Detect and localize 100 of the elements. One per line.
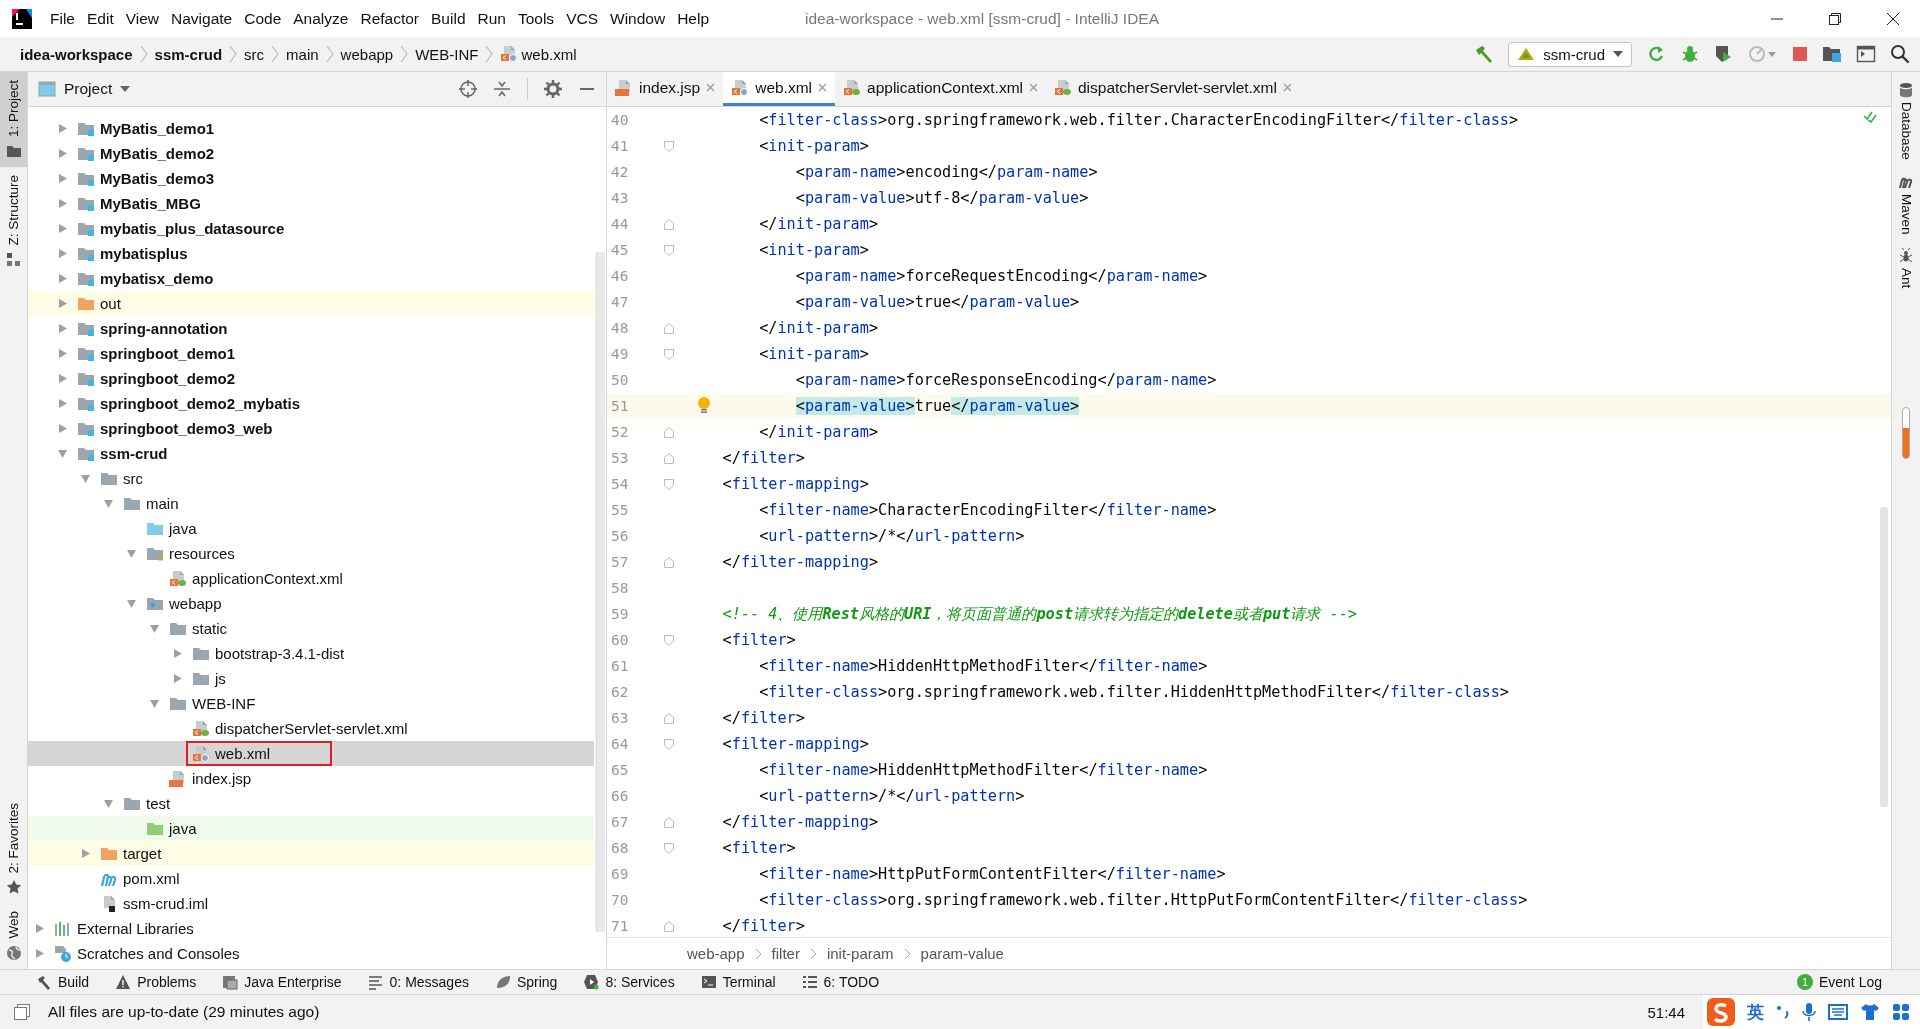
expand-arrow-icon[interactable] — [56, 123, 68, 134]
shirt-icon[interactable] — [1860, 1003, 1880, 1021]
tree-item[interactable]: mybatisplus — [28, 241, 594, 266]
tree-item[interactable]: springboot_demo1 — [28, 341, 594, 366]
expand-arrow-icon[interactable] — [171, 648, 183, 659]
input-mode-toggle[interactable]: 英 — [1747, 1000, 1764, 1024]
tool-window-tab[interactable]: Ant — [1898, 248, 1914, 289]
restore-icon[interactable] — [1828, 11, 1842, 26]
breadcrumb[interactable]: filter — [771, 945, 800, 962]
expand-arrow-icon[interactable] — [79, 473, 91, 484]
expand-arrow-icon[interactable] — [56, 448, 68, 459]
fold-marker-icon[interactable] — [663, 426, 674, 438]
fold-marker-icon[interactable] — [663, 556, 674, 568]
tool-window-tab[interactable]: Web — [0, 903, 27, 969]
tree-item[interactable]: MyBatis_demo3 — [28, 166, 594, 191]
tool-window-tab[interactable]: Database — [1898, 82, 1914, 160]
tool-window-button[interactable]: Build — [36, 974, 90, 990]
expand-arrow-icon[interactable] — [56, 198, 68, 209]
tree-item[interactable]: springboot_demo2 — [28, 366, 594, 391]
expand-arrow-icon[interactable] — [102, 498, 114, 509]
caret-position[interactable]: 51:44 — [1647, 1003, 1685, 1021]
tree-item[interactable]: webapp — [28, 591, 594, 616]
tree-item[interactable]: External Libraries — [28, 916, 594, 941]
fold-marker-icon[interactable] — [663, 218, 674, 230]
collapse-all-icon[interactable] — [493, 80, 511, 98]
expand-arrow-icon[interactable] — [33, 948, 45, 959]
tool-window-button[interactable]: Terminal — [700, 974, 776, 990]
menu-item[interactable]: Build — [425, 9, 472, 28]
window-layout-icon[interactable] — [1856, 44, 1876, 64]
expand-arrow-icon[interactable] — [56, 298, 68, 309]
expand-arrow-icon[interactable] — [56, 248, 68, 259]
breadcrumb[interactable]: web-app — [687, 945, 745, 962]
hammer-icon[interactable] — [1474, 44, 1495, 64]
expand-arrow-icon[interactable] — [56, 398, 68, 409]
fold-marker-icon[interactable] — [663, 712, 674, 724]
breadcrumb[interactable]: init-param — [826, 945, 894, 962]
breadcrumb[interactable]: ssm-crud — [148, 45, 229, 63]
locate-icon[interactable] — [459, 80, 477, 98]
bug-icon[interactable] — [1680, 44, 1700, 64]
tool-window-tab[interactable]: Maven — [1898, 173, 1914, 235]
breadcrumb[interactable]: webapp — [334, 45, 400, 63]
keyboard-icon[interactable] — [1828, 1004, 1848, 1020]
expand-arrow-icon[interactable] — [56, 348, 68, 359]
tool-window-tab[interactable]: 1: Project — [0, 72, 27, 168]
fold-marker-icon[interactable] — [663, 738, 674, 750]
tree-item[interactable]: ssm-crud — [28, 441, 594, 466]
tree-item[interactable]: web.xml — [28, 741, 594, 766]
tool-window-button[interactable]: Problems — [115, 974, 197, 990]
tree-item[interactable]: ssm-crud.iml — [28, 891, 594, 916]
tree-item[interactable]: MyBatis_demo2 — [28, 141, 594, 166]
tool-window-button[interactable]: Spring — [494, 974, 558, 990]
fold-marker-icon[interactable] — [663, 816, 674, 828]
expand-arrow-icon[interactable] — [125, 598, 137, 609]
menu-item[interactable]: Navigate — [165, 9, 239, 28]
fold-marker-icon[interactable] — [663, 244, 674, 256]
status-icon[interactable] — [14, 1004, 30, 1020]
tree-item[interactable]: java — [28, 516, 594, 541]
expand-arrow-icon[interactable] — [56, 323, 68, 334]
tree-item[interactable]: MyBatis_MBG — [28, 191, 594, 216]
fold-marker-icon[interactable] — [663, 322, 674, 334]
tool-window-tab[interactable]: Z: Structure — [0, 167, 27, 276]
close-icon[interactable] — [1886, 11, 1900, 26]
tree-item[interactable]: dispatcherServlet-servlet.xml — [28, 716, 594, 741]
breadcrumb[interactable]: main — [280, 45, 325, 63]
tree-item[interactable]: WEB-INF — [28, 691, 594, 716]
tree-item[interactable]: springboot_demo2_mybatis — [28, 391, 594, 416]
input-method-logo-icon[interactable] — [1707, 998, 1735, 1026]
tree-item[interactable]: out — [28, 291, 594, 316]
fold-marker-icon[interactable] — [663, 920, 674, 932]
tree-item[interactable]: js — [28, 666, 594, 691]
tool-window-button[interactable]: 6: TODO — [801, 974, 880, 990]
expand-arrow-icon[interactable] — [148, 623, 160, 634]
tree-item[interactable]: static — [28, 616, 594, 641]
fold-marker-icon[interactable] — [663, 348, 674, 360]
menu-item[interactable]: Window — [604, 9, 672, 28]
tool-window-button[interactable]: Java Enterprise — [222, 974, 342, 990]
expand-arrow-icon[interactable] — [148, 698, 160, 709]
fold-marker-icon[interactable] — [663, 634, 674, 646]
fold-marker-icon[interactable] — [663, 842, 674, 854]
expand-arrow-icon[interactable] — [56, 148, 68, 159]
tool-window-button[interactable]: 0: Messages — [367, 974, 469, 990]
fold-marker-icon[interactable] — [663, 452, 674, 464]
punctuation-icon[interactable] — [1776, 1003, 1790, 1021]
project-view-dropdown[interactable]: Project — [38, 80, 131, 98]
tree-item[interactable]: main — [28, 491, 594, 516]
breadcrumb[interactable]: WEB-INF — [409, 45, 485, 63]
breadcrumb[interactable]: idea-workspace — [14, 45, 139, 63]
editor-tab[interactable]: dispatcherServlet-servlet.xml — [1046, 72, 1300, 106]
event-log-button[interactable]: 1 Event Log — [1796, 974, 1882, 990]
expand-arrow-icon[interactable] — [56, 373, 68, 384]
expand-arrow-icon[interactable] — [56, 423, 68, 434]
menu-item[interactable]: Code — [238, 9, 288, 28]
menu-item[interactable]: File — [44, 9, 81, 28]
scrollbar-thumb[interactable] — [1880, 507, 1888, 807]
menu-item[interactable]: Analyze — [287, 9, 355, 28]
tree-item[interactable]: mybatis_plus_datasource — [28, 216, 594, 241]
tree-item[interactable]: index.jsp — [28, 766, 594, 791]
expand-arrow-icon[interactable] — [56, 223, 68, 234]
tree-item[interactable]: test — [28, 791, 594, 816]
menu-item[interactable]: Edit — [81, 9, 120, 28]
